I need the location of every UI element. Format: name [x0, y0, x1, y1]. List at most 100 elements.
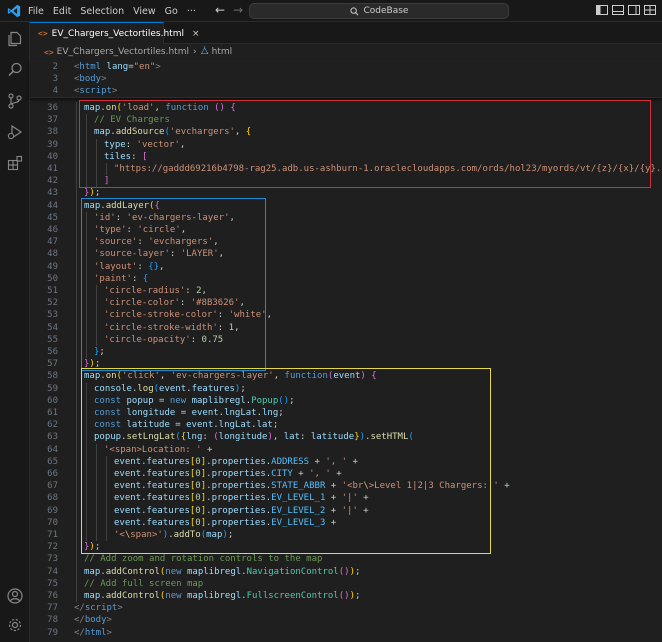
arrow-left-icon[interactable]: ← [211, 3, 229, 17]
customize-layout-icon[interactable] [642, 2, 658, 18]
indent-guide [76, 333, 77, 346]
indent-guide [76, 309, 77, 322]
source-control-icon[interactable] [6, 92, 24, 110]
indent-guide [76, 419, 77, 432]
code-token: // Add zoom and rotation controls to the… [84, 554, 323, 565]
code-token: NavigationControl [246, 566, 339, 577]
code-token: body [84, 615, 107, 626]
indent-guide [76, 431, 77, 444]
code-token: > [106, 615, 112, 626]
indent-guide [76, 321, 77, 334]
indent-guide [76, 285, 77, 298]
line-number: 41 [47, 164, 58, 174]
indent-guide [76, 187, 77, 200]
menu-bar: File Edit Selection View Go ··· [28, 0, 205, 22]
indent-guide [76, 211, 77, 224]
code-token: html [79, 62, 102, 72]
line-number: 58 [47, 371, 58, 382]
extensions-icon[interactable] [6, 154, 24, 172]
line-number: 62 [47, 420, 58, 431]
line-number: 54 [47, 322, 58, 333]
indent-guide [76, 529, 77, 542]
code-editor[interactable]: 2 <html lang="en"> 3 <body> 4 <script> 36 map.… [30, 60, 662, 642]
indent-guide [76, 163, 77, 176]
arrow-right-icon[interactable]: → [229, 3, 247, 17]
code-token: map [84, 591, 101, 601]
line-number: 48 [47, 249, 58, 260]
toggle-panel-icon[interactable] [610, 2, 626, 18]
code-token: script [84, 603, 118, 614]
menu-view[interactable]: View [133, 6, 156, 17]
line-number: 57 [47, 359, 58, 370]
indent-guide [76, 102, 77, 115]
breadcrumb-node[interactable]: html [212, 47, 233, 57]
line-number: 79 [47, 627, 58, 638]
line-number: 51 [47, 286, 58, 296]
indent-guide [76, 492, 77, 505]
indent-guide [76, 516, 77, 529]
command-center-search[interactable]: CodeBase [249, 3, 509, 19]
line-number: 53 [47, 310, 58, 321]
chevron-right-icon: › [192, 47, 197, 57]
code-token: ; [354, 566, 361, 577]
menu-edit[interactable]: Edit [53, 6, 71, 17]
code-token: script [79, 86, 112, 97]
html-file-icon: <> [44, 47, 54, 57]
indent-guide [76, 272, 77, 285]
line-code: // Add full screen map [84, 578, 203, 590]
line-number: 69 [47, 505, 58, 516]
code-token: map [84, 566, 101, 577]
tab-ev-chargers-vectortiles[interactable]: <> EV_Chargers_Vectortiles.html × [30, 22, 200, 44]
code-token: () [338, 591, 350, 601]
sticky-scroll-header[interactable]: 2 <html lang="en"> 3 <body> 4 <script> [30, 60, 662, 98]
line-number: 78 [47, 615, 58, 626]
toggle-primary-sidebar-icon[interactable] [594, 2, 610, 18]
line-number: 52 [47, 298, 58, 309]
code-token: body [79, 74, 102, 85]
code-token: </ [74, 603, 85, 614]
menu-selection[interactable]: Selection [80, 6, 124, 17]
breadcrumb: <> EV_Chargers_Vectortiles.html › ⧊ html [30, 44, 662, 60]
line-number: 47 [47, 237, 58, 248]
gear-icon[interactable] [6, 616, 24, 634]
line-number: 76 [47, 591, 58, 601]
indent-guide [76, 553, 77, 566]
indent-guide [76, 138, 77, 151]
highlight-box-add-layer [81, 197, 266, 372]
line-number: 72 [47, 542, 58, 553]
code-token: > [106, 627, 112, 638]
code-token: () [338, 566, 350, 577]
indent-guide [76, 248, 77, 261]
highlight-box-add-source [79, 100, 651, 189]
line-code: map.addControl(new maplibregl.Navigation… [84, 566, 360, 578]
vscode-logo-icon [7, 4, 21, 18]
line-number: 67 [47, 481, 58, 492]
toggle-secondary-sidebar-icon[interactable] [626, 2, 642, 18]
account-icon[interactable] [6, 587, 24, 605]
menu-file[interactable]: File [28, 6, 44, 17]
menu-go[interactable]: Go [165, 6, 178, 17]
code-token: html [84, 627, 107, 638]
highlight-box-click-handler [81, 368, 491, 555]
code-token: ; [354, 591, 361, 601]
breadcrumb-file[interactable]: EV_Chargers_Vectortiles.html [57, 47, 189, 57]
line-number: 75 [47, 578, 58, 589]
line-code: <script> [74, 85, 117, 97]
run-debug-icon[interactable] [6, 123, 24, 141]
line-code: <body> [74, 73, 107, 85]
indent-guide [76, 577, 77, 590]
indent-guide [76, 370, 77, 383]
search-icon[interactable] [6, 61, 24, 79]
files-icon[interactable] [6, 30, 24, 48]
indent-guide [76, 236, 77, 249]
indent-guide [76, 199, 77, 212]
code-token: // Add full screen map [84, 578, 204, 589]
line-number: 55 [47, 334, 58, 345]
close-icon[interactable]: × [192, 29, 200, 39]
menu-more[interactable]: ··· [187, 6, 196, 17]
indent-guide [76, 175, 77, 188]
line-code: </script> [74, 602, 123, 614]
line-number: 64 [47, 444, 58, 455]
line-number: 61 [47, 408, 58, 418]
line-number: 36 [47, 103, 58, 113]
